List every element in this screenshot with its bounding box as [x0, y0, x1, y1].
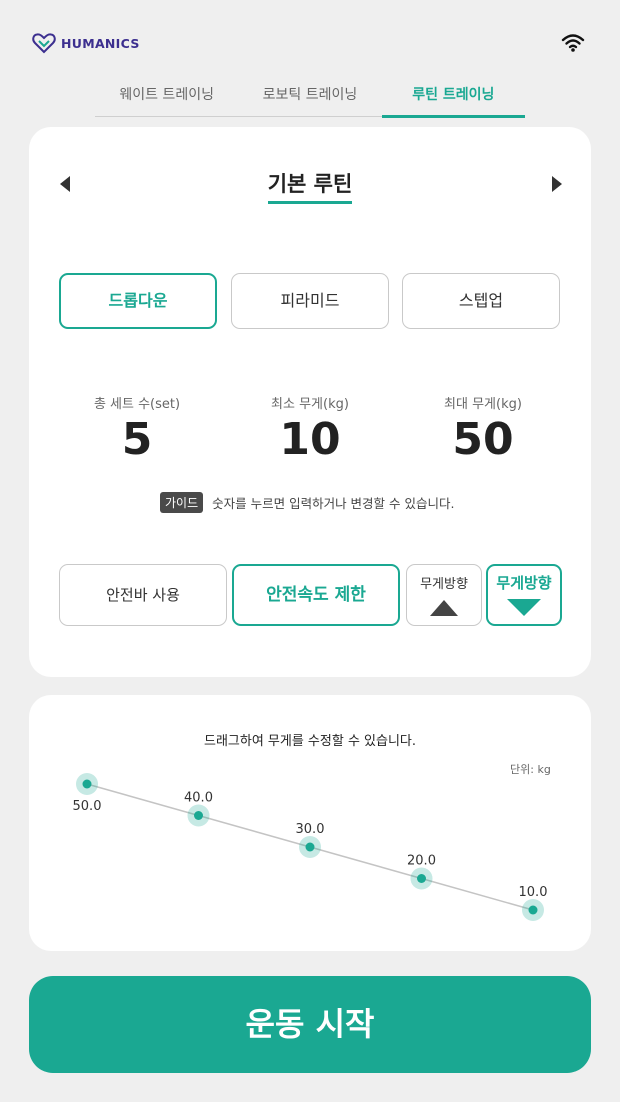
data-label-4: 20.0	[407, 854, 436, 869]
weight-line-chart: 50.0 40.0 30.0 20.0 10.0	[73, 773, 548, 921]
brand-logo: HUMANICS	[32, 30, 140, 56]
mode-dropdown-button[interactable]: 드롭다운	[59, 273, 217, 329]
weight-direction-label: 무게방향	[420, 577, 468, 592]
weight-point-1[interactable]	[76, 773, 98, 795]
routine-title: 기본 루틴	[267, 172, 353, 196]
mode-pyramid-button[interactable]: 피라미드	[231, 273, 389, 329]
heart-link-logo-icon	[32, 33, 56, 54]
data-label-1: 50.0	[73, 799, 102, 814]
data-label-2: 40.0	[184, 791, 213, 806]
stat-label: 최대 무게(kg)	[444, 397, 522, 412]
data-label-3: 30.0	[296, 822, 325, 837]
tab-robotic-training[interactable]: 로보틱 트레이닝	[238, 80, 381, 116]
guide-note: 가이드 숫자를 누르면 입력하거나 변경할 수 있습니다.	[160, 492, 454, 513]
safety-bar-button[interactable]: 안전바 사용	[59, 564, 227, 626]
guide-text: 숫자를 누르면 입력하거나 변경할 수 있습니다.	[212, 496, 455, 511]
stat-label: 최소 무게(kg)	[271, 397, 349, 412]
weight-direction-down-button[interactable]: 무게방향	[486, 564, 562, 626]
weight-point-5[interactable]	[522, 899, 544, 921]
brand-name: HUMANICS	[61, 35, 140, 51]
start-workout-button[interactable]: 운동 시작	[29, 976, 591, 1073]
prev-routine-arrow-icon[interactable]	[60, 176, 70, 192]
weight-point-2[interactable]	[187, 804, 210, 827]
wifi-icon	[560, 30, 586, 54]
weight-direction-up-button[interactable]: 무게방향	[406, 564, 482, 626]
stat-min-weight: 최소 무게(kg) 10	[230, 393, 390, 466]
routine-title-underline	[268, 201, 352, 204]
tab-routine-training[interactable]: 루틴 트레이닝	[381, 80, 526, 118]
triangle-down-icon	[507, 599, 541, 616]
speed-limit-button[interactable]: 안전속도 제한	[232, 564, 400, 626]
weight-point-4[interactable]	[410, 867, 433, 890]
mode-stepup-button[interactable]: 스텝업	[402, 273, 560, 329]
stat-total-sets: 총 세트 수(set) 5	[57, 393, 217, 466]
guide-badge: 가이드	[160, 492, 204, 513]
min-weight-value[interactable]: 10	[230, 414, 390, 466]
tab-weight-training[interactable]: 웨이트 트레이닝	[95, 80, 238, 116]
data-label-5: 10.0	[519, 885, 548, 900]
stat-max-weight: 최대 무게(kg) 50	[403, 393, 563, 466]
next-routine-arrow-icon[interactable]	[552, 176, 562, 192]
training-tabs: 웨이트 트레이닝 로보틱 트레이닝 루틴 트레이닝	[95, 80, 526, 118]
stat-label: 총 세트 수(set)	[93, 397, 181, 412]
total-sets-value[interactable]: 5	[57, 414, 217, 466]
weight-point-3[interactable]	[299, 836, 321, 858]
max-weight-value[interactable]: 50	[403, 414, 563, 466]
weight-direction-label: 무게방향	[496, 574, 552, 592]
triangle-up-icon	[430, 600, 458, 616]
